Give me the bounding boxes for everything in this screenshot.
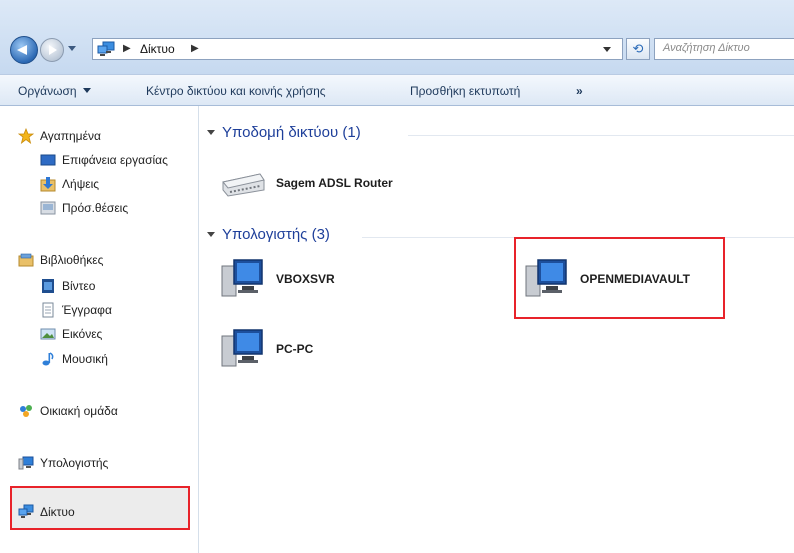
network-sharing-center-button[interactable]: Κέντρο δικτύου και κοινής χρήσης (146, 84, 326, 98)
downloads-icon (40, 176, 56, 192)
libraries-icon (18, 252, 34, 268)
collapse-triangle-icon (207, 130, 215, 135)
network-icon (18, 504, 34, 520)
sidebar-item-downloads[interactable]: Λήψεις (40, 174, 99, 194)
network-item-pc-pc[interactable]: PC-PC (220, 326, 313, 372)
sidebar-item-documents[interactable]: Έγγραφα (40, 300, 112, 320)
breadcrumb-separator-icon[interactable]: ▶ (123, 43, 131, 54)
address-path[interactable]: ▶ Δίκτυο ▶ (92, 38, 623, 60)
chevron-down-icon (82, 88, 91, 93)
breadcrumb-network[interactable]: Δίκτυο (140, 42, 175, 56)
search-input[interactable]: Αναζήτηση Δίκτυο (654, 38, 794, 60)
sidebar-item-computer[interactable]: Υπολογιστής (18, 453, 108, 473)
sidebar-item-libraries[interactable]: Βιβλιοθήκες (18, 250, 103, 270)
computer-icon (221, 329, 263, 367)
sidebar-item-recent-places[interactable]: Πρόσ.θέσεις (40, 198, 128, 218)
sidebar-item-pictures[interactable]: Εικόνες (40, 324, 102, 344)
recent-pages-dropdown[interactable] (68, 46, 76, 51)
highlight-box (514, 237, 725, 319)
sidebar-item-favorites[interactable]: Αγαπημένα (17, 126, 101, 146)
computer-icon (18, 455, 34, 471)
address-bar: ▶ Δίκτυο ▶ ⟲ Αναζήτηση Δίκτυο (0, 0, 794, 74)
video-icon (40, 278, 56, 294)
collapse-triangle-icon (207, 232, 215, 237)
refresh-button[interactable]: ⟲ (626, 38, 650, 60)
document-icon (40, 302, 56, 318)
pictures-icon (40, 326, 56, 342)
music-icon (40, 351, 56, 367)
sidebar-item-desktop[interactable]: Επιφάνεια εργασίας (40, 150, 168, 170)
forward-button[interactable] (40, 38, 64, 62)
breadcrumb-separator-icon[interactable]: ▶ (191, 43, 199, 54)
back-button[interactable] (10, 36, 38, 64)
sidebar-item-music[interactable]: Μουσική (40, 349, 108, 369)
group-header-infrastructure[interactable]: Υποδομή δικτύου (1) (207, 124, 361, 141)
command-bar: Οργάνωση Κέντρο δικτύου και κοινής χρήση… (0, 74, 794, 106)
sidebar-item-network[interactable]: Δίκτυο (18, 502, 75, 522)
address-dropdown-icon[interactable] (603, 47, 611, 52)
computer-icon (221, 259, 263, 297)
star-icon (17, 127, 35, 145)
organize-menu[interactable]: Οργάνωση (18, 84, 91, 98)
network-item-vboxsvr[interactable]: VBOXSVR (220, 256, 335, 302)
more-commands-button[interactable]: » (576, 84, 583, 98)
desktop-icon (40, 152, 56, 168)
sidebar-item-homegroup[interactable]: Οικιακή ομάδα (18, 401, 118, 421)
recent-places-icon (40, 200, 56, 216)
group-header-computers[interactable]: Υπολογιστής (3) (207, 226, 330, 243)
sidebar-item-videos[interactable]: Βίντεο (40, 276, 95, 296)
network-item-router[interactable]: Sagem ADSL Router (220, 168, 393, 198)
homegroup-icon (18, 403, 34, 419)
router-icon (222, 173, 265, 197)
network-icon (97, 41, 115, 56)
group-divider (408, 135, 794, 136)
add-printer-button[interactable]: Προσθήκη εκτυπωτή (410, 84, 520, 98)
